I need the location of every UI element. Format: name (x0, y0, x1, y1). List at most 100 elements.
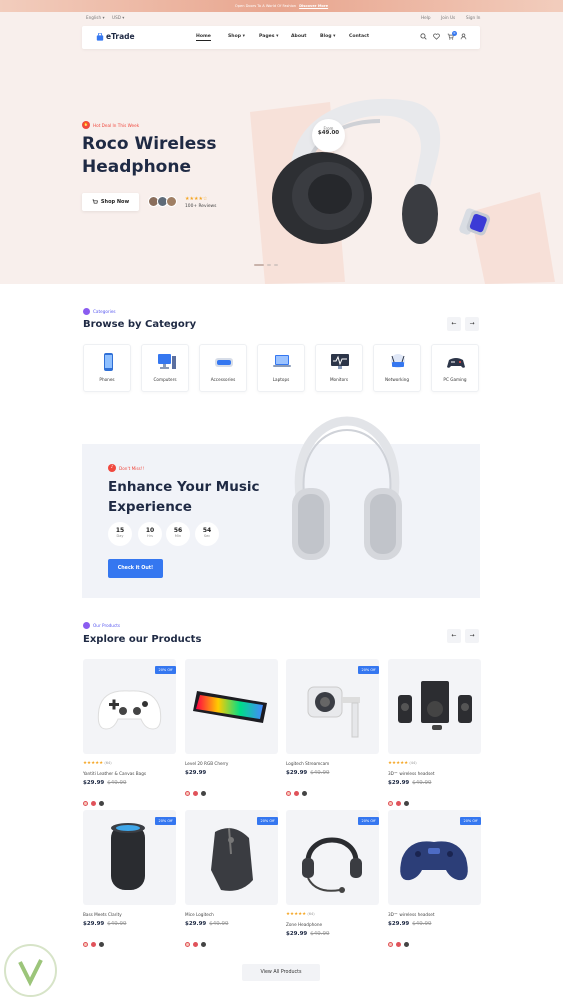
products-next-arrow[interactable]: → (465, 629, 479, 643)
color-swatches[interactable] (388, 791, 412, 810)
color-swatch[interactable] (185, 791, 190, 796)
slider-dot[interactable] (274, 264, 278, 266)
smartwatch-image (459, 208, 491, 236)
hero-title: Roco Wireless Headphone (82, 134, 217, 177)
join-link[interactable]: Join Us (441, 15, 455, 20)
product-image[interactable] (185, 659, 278, 754)
signin-link[interactable]: Sign In (466, 15, 480, 20)
product-card[interactable]: 20% Off Mice Logitech $29.99 $49.99 (185, 810, 278, 950)
product-name[interactable]: Logitech Streamcam (286, 761, 329, 766)
product-name[interactable]: Mice Logitech (185, 912, 214, 917)
bag-icon (83, 622, 90, 629)
category-phones[interactable]: Phones (83, 344, 131, 392)
vr-headset-icon (215, 358, 233, 367)
currency-select[interactable]: USD ▾ (112, 15, 124, 20)
headphone-image (272, 98, 441, 244)
product-card[interactable]: ★★★★★ (44) 3D™ wireless headset $29.99 $49.… (388, 659, 481, 806)
user-icon[interactable] (459, 33, 467, 41)
promo-eyebrow: ♪ Don't Miss!! (108, 464, 144, 472)
color-swatches[interactable] (83, 791, 107, 810)
product-name[interactable]: Zone Headphone (286, 922, 322, 927)
nav-about[interactable]: About (291, 34, 306, 39)
product-card[interactable]: Level 20 RGB Cherry $29.99 (185, 659, 278, 799)
product-card[interactable]: 20% Off ★★★★★ (64) Zone Headphone $29.99 $49… (286, 810, 379, 950)
shop-now-button[interactable]: Shop Now (82, 193, 139, 211)
slider-dot[interactable] (267, 264, 271, 266)
color-swatch[interactable] (201, 942, 206, 947)
category-monitors[interactable]: Monitors (315, 344, 363, 392)
help-link[interactable]: Help (421, 15, 431, 20)
category-laptops[interactable]: Laptops (257, 344, 305, 392)
category-computers[interactable]: Computers (141, 344, 189, 392)
color-swatches[interactable] (185, 781, 209, 800)
color-swatch[interactable] (286, 791, 291, 796)
avatar (166, 196, 177, 207)
old-price: $49.99 (310, 931, 330, 937)
wishlist-icon[interactable] (432, 33, 440, 41)
categories-prev-arrow[interactable]: ← (447, 317, 461, 331)
product-name[interactable]: 3D™ wireless headset (388, 771, 435, 776)
slider-dot-active[interactable] (254, 264, 264, 266)
product-price: $29.99 $49.99 (83, 921, 127, 927)
color-swatch[interactable] (388, 801, 393, 806)
color-swatches[interactable] (83, 932, 107, 951)
color-swatch[interactable] (388, 942, 393, 947)
promo-title: Enhance Your Music Experience (108, 479, 260, 515)
product-price: $29.99 (185, 770, 207, 776)
color-swatch[interactable] (193, 791, 198, 796)
color-swatch[interactable] (201, 791, 206, 796)
view-all-products-button[interactable]: View All Products (242, 964, 320, 981)
color-swatch[interactable] (83, 942, 88, 947)
check-it-out-button[interactable]: Check it Out! (108, 559, 163, 578)
color-swatches[interactable] (388, 932, 412, 951)
hero-rating-stars: ★★★★☆ (185, 196, 208, 202)
categories-eyebrow: Categories (83, 308, 116, 315)
search-icon[interactable] (419, 33, 427, 41)
category-networking[interactable]: Networking (373, 344, 421, 392)
tag-icon (83, 308, 90, 315)
old-price: $49.99 (310, 770, 330, 776)
product-name[interactable]: Level 20 RGB Cherry (185, 761, 228, 766)
color-swatch[interactable] (99, 942, 104, 947)
color-swatch[interactable] (83, 801, 88, 806)
price-bubble: From $49.00 (312, 119, 345, 152)
product-card[interactable]: 20% Off ★★★★★ (64) Yantiti Leather & Canva… (83, 659, 176, 806)
color-swatch[interactable] (302, 791, 307, 796)
color-swatch[interactable] (404, 801, 409, 806)
product-card[interactable]: 20% Off Logitech Streamcam $29.99 $49.99 (286, 659, 379, 799)
announcement-link[interactable]: Discover More (299, 4, 328, 8)
color-swatch[interactable] (396, 942, 401, 947)
nav-home[interactable]: Home (196, 34, 211, 41)
product-image[interactable] (388, 659, 481, 754)
categories-next-arrow[interactable]: → (465, 317, 479, 331)
language-select[interactable]: English ▾ (86, 15, 105, 20)
nav-blog[interactable]: Blog ▾ (320, 34, 335, 39)
color-swatches[interactable] (286, 781, 310, 800)
discount-badge: 20% Off (460, 817, 481, 825)
color-swatch[interactable] (404, 942, 409, 947)
product-name[interactable]: Bass Meets Clarity (83, 912, 122, 917)
color-swatch[interactable] (91, 942, 96, 947)
color-swatch[interactable] (91, 801, 96, 806)
product-card[interactable]: 20% Off Bass Meets Clarity $29.99 $49.99 (83, 810, 176, 950)
color-swatch[interactable] (99, 801, 104, 806)
logo[interactable]: eTrade (96, 32, 135, 41)
old-price: $49.99 (209, 921, 229, 927)
product-rating: ★★★★★ (44) (388, 761, 417, 766)
countdown-days: 15 Day (108, 522, 132, 546)
category-accessories[interactable]: Accessories (199, 344, 247, 392)
category-pc-gaming[interactable]: PC Gaming (431, 344, 479, 392)
product-name[interactable]: 3D™ wireless headset (388, 912, 435, 917)
color-swatch[interactable] (294, 791, 299, 796)
color-swatch[interactable] (396, 801, 401, 806)
product-card[interactable]: 20% Off 3D™ wireless headset $29.99 $49.99 (388, 810, 481, 950)
nav-shop[interactable]: Shop ▾ (228, 34, 245, 39)
nav-pages[interactable]: Pages ▾ (259, 34, 278, 39)
color-swatch[interactable] (193, 942, 198, 947)
nav-contact[interactable]: Contact (349, 34, 369, 39)
color-swatch[interactable] (185, 942, 190, 947)
products-prev-arrow[interactable]: ← (447, 629, 461, 643)
color-swatches[interactable] (185, 932, 209, 951)
product-name[interactable]: Yantiti Leather & Canvas Bags (83, 771, 146, 776)
categories-title: Browse by Category (83, 319, 197, 330)
